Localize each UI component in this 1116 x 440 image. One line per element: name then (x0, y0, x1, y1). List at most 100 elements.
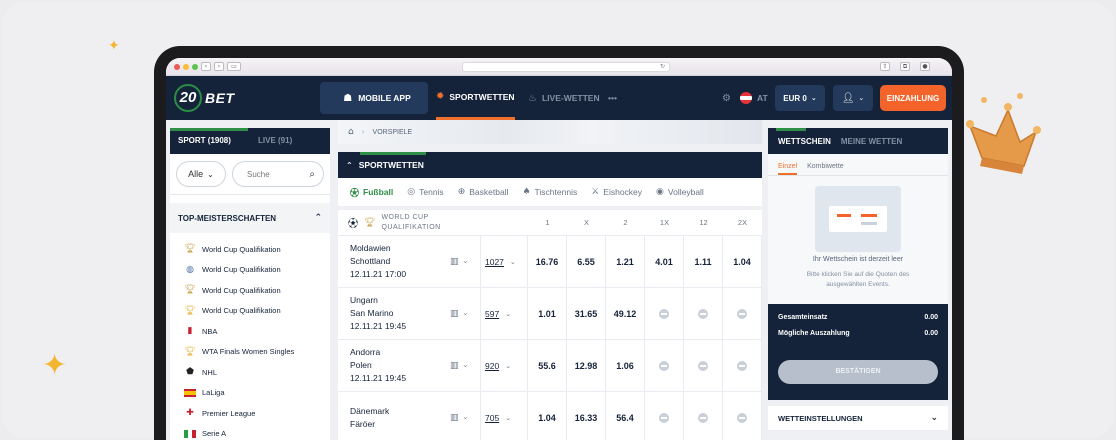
confirm-bet-button[interactable]: BESTÄTIGEN (778, 360, 938, 384)
user-icon: 👤︎ (841, 92, 855, 104)
list-item[interactable]: ⬟ NHL (170, 362, 330, 383)
list-item[interactable]: ✚ Premier League (170, 403, 330, 424)
match-info[interactable]: Ungarn San Marino 12.11.21 19:45 (338, 294, 450, 333)
statistics-button[interactable]: ▥ ⌄ (450, 257, 480, 267)
more-markets-button[interactable]: 597 ⌄ (480, 288, 528, 339)
balance-dropdown[interactable]: EUR 0 ⌄ (775, 85, 825, 111)
betslip-summary: Gesamteinsatz 0.00 Mögliche Auszahlung 0… (768, 304, 948, 400)
tab-my-bets[interactable]: MEINE WETTEN (841, 137, 902, 146)
odds-button[interactable]: 16.76 (528, 236, 567, 287)
locked-odds (684, 392, 723, 440)
top-championships-header[interactable]: TOP-MEISTERSCHAFTEN ⌃ (170, 203, 330, 233)
home-team: Dänemark (350, 405, 390, 416)
filter-select-value: Alle (188, 169, 204, 179)
forward-icon[interactable]: › (214, 62, 224, 71)
odds-button[interactable]: 1.04 (723, 236, 762, 287)
odds-button[interactable]: 1.21 (606, 236, 645, 287)
page-title: SPORTWETTEN (358, 160, 424, 170)
statistics-button[interactable]: ▥ ⌄ (450, 361, 480, 371)
back-icon[interactable]: ‹ (201, 62, 211, 71)
empty-betslip-hint: Bitte klicken Sie auf die Quoten des aus… (806, 271, 910, 288)
sport-tab-tennis[interactable]: ◎ Tennis (407, 187, 443, 197)
list-item[interactable]: LaLiga (170, 383, 330, 404)
home-icon[interactable]: ⌂ (348, 127, 354, 137)
competition-label: LaLiga (202, 388, 225, 398)
list-item[interactable]: Serie A (170, 424, 330, 440)
chevron-down-icon: ⌄ (207, 169, 214, 179)
bet-settings-header[interactable]: WETTEINSTELLUNGEN ⌄ (768, 406, 948, 430)
match-info[interactable]: Dänemark Färöer (338, 405, 450, 431)
search-input[interactable]: Suche ⌕ (232, 161, 324, 187)
tab-single[interactable]: Einzel (778, 163, 798, 175)
league-header[interactable]: ⚽︎ 🏆︎ WORLD CUP QUALIFIKATION (338, 213, 528, 233)
list-item[interactable]: 🏆︎ World Cup Qualifikation (170, 301, 330, 322)
tab-live-wetten[interactable]: ♨ LIVE-WETTEN (528, 76, 600, 120)
filter-select[interactable]: Alle ⌄ (176, 161, 226, 187)
odds-button[interactable]: 4.01 (645, 236, 684, 287)
list-item[interactable]: 🏆︎ World Cup Qualifikation (170, 239, 330, 260)
match-info[interactable]: Andorra Polen 12.11.21 19:45 (338, 346, 450, 385)
match-info[interactable]: Moldawien Schottland 12.11.21 17:00 (338, 242, 450, 281)
odds-button[interactable]: 1.11 (684, 236, 723, 287)
list-item[interactable]: 🏆︎ World Cup Qualifikation (170, 280, 330, 301)
tab-combo[interactable]: Kombiwette (807, 163, 844, 175)
sport-filter-bar: ⚽︎ Fußball ◎ Tennis ⊕ Basketball ♠ Tischtenn… (338, 178, 762, 206)
odds-button[interactable]: 31.65 (567, 288, 606, 339)
sport-tab-football[interactable]: ⚽︎ Fußball (350, 186, 393, 199)
statistics-button[interactable]: ▥ ⌄ (450, 413, 480, 423)
odds-button[interactable]: 1.06 (606, 340, 645, 391)
sport-label: Fußball (363, 187, 394, 197)
sport-tab-volleyball[interactable]: ◉ Volleyball (656, 187, 704, 197)
language-selector[interactable]: AT (740, 76, 768, 120)
competition-label: Premier League (202, 408, 256, 418)
list-item[interactable]: ◍ World Cup Qualifikation (170, 260, 330, 281)
odds-button[interactable]: 49.12 (606, 288, 645, 339)
list-item[interactable]: 🏆︎ WTA Finals Women Singles (170, 342, 330, 363)
sportwetten-header[interactable]: ⌃ SPORTWETTEN (338, 152, 762, 178)
odds-button[interactable]: 16.33 (567, 392, 606, 440)
breadcrumb-item[interactable]: VORSPIELE (373, 129, 413, 136)
odds-button[interactable]: 56.4 (606, 392, 645, 440)
competition-label: Serie A (202, 429, 227, 439)
address-bar[interactable]: ↻ (462, 62, 670, 72)
locked-icon (737, 308, 747, 319)
more-markets-button[interactable]: 705 ⌄ (480, 392, 528, 440)
reload-icon[interactable]: ↻ (660, 63, 665, 70)
bet-type-tabs: Einzel Kombiwette (768, 154, 948, 176)
potential-payout-row: Mögliche Auszahlung 0.00 (778, 330, 938, 346)
tabs-icon[interactable]: ⧉ (900, 62, 910, 71)
betslip-panel: WETTSCHEIN MEINE WETTEN Einzel Kombiwett… (768, 128, 948, 440)
minimize-window-icon[interactable] (183, 63, 189, 70)
extension-icon[interactable]: ● (920, 62, 930, 71)
mobile-app-button[interactable]: ☗ MOBILE APP (320, 82, 428, 114)
sport-tab-table-tennis[interactable]: ♠ Tischtennis (522, 187, 577, 197)
odds-button[interactable]: 12.98 (567, 340, 606, 391)
tab-sport[interactable]: SPORT (1908) (170, 128, 250, 154)
more-markets-button[interactable]: 920 ⌄ (480, 340, 528, 391)
sport-tab-ice-hockey[interactable]: ⚔ Eishockey (591, 187, 642, 197)
sidebar-toggle-icon[interactable]: ▭ (227, 62, 241, 71)
sport-tab-basketball[interactable]: ⊕ Basketball (458, 187, 509, 197)
statistics-button[interactable]: ▥ ⌄ (450, 309, 480, 319)
share-icon[interactable]: ⇧ (880, 62, 890, 71)
odds-button[interactable]: 1.01 (528, 288, 567, 339)
settings-button[interactable]: ⚙ (722, 76, 731, 120)
maximize-window-icon[interactable] (192, 63, 198, 70)
list-item[interactable]: ▮ NBA (170, 321, 330, 342)
close-window-icon[interactable] (174, 63, 180, 70)
odds-button[interactable]: 6.55 (567, 236, 606, 287)
tab-sportwetten-label: SPORTWETTEN (449, 91, 515, 102)
deposit-button[interactable]: EINZAHLUNG (880, 85, 946, 111)
more-menu-button[interactable]: ••• (608, 76, 617, 120)
chevron-down-icon: ⌄ (462, 360, 469, 369)
odds-button[interactable]: 55.6 (528, 340, 567, 391)
tab-betslip[interactable]: WETTSCHEIN (778, 137, 831, 146)
section-title: TOP-MEISTERSCHAFTEN (178, 213, 277, 223)
tab-live[interactable]: LIVE (91) (250, 128, 330, 154)
user-menu-button[interactable]: 👤︎ ⌄ (833, 85, 873, 111)
tab-sportwetten[interactable]: ✹ SPORTWETTEN (436, 76, 515, 120)
more-markets-button[interactable]: 1027 ⌄ (480, 236, 528, 287)
site-logo[interactable]: 20 BET (174, 84, 235, 112)
locked-odds (723, 392, 762, 440)
odds-button[interactable]: 1.04 (528, 392, 567, 440)
